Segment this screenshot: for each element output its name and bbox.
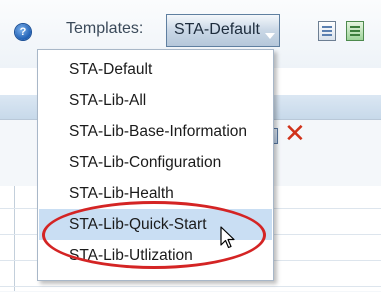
help-icon[interactable]: ? [15,24,31,40]
template-option-sta-default[interactable]: STA-Default [39,54,272,85]
chevron-down-icon [265,33,275,39]
template-option-sta-lib-configuration[interactable]: STA-Lib-Configuration [39,147,272,178]
template-option-sta-lib-all[interactable]: STA-Lib-All [39,85,272,116]
save-template-icon[interactable] [318,21,336,41]
table-row-divider [0,286,381,287]
export-template-icon[interactable] [346,21,364,41]
mouse-cursor-icon [220,226,235,249]
template-option-sta-lib-base-information[interactable]: STA-Lib-Base-Information [39,116,272,147]
templates-label: Templates: [66,20,144,37]
close-icon[interactable]: ✕ [284,120,306,146]
template-select[interactable]: STA-Default [166,14,280,47]
template-select-value: STA-Default [174,21,260,38]
table-column-divider [14,186,15,291]
